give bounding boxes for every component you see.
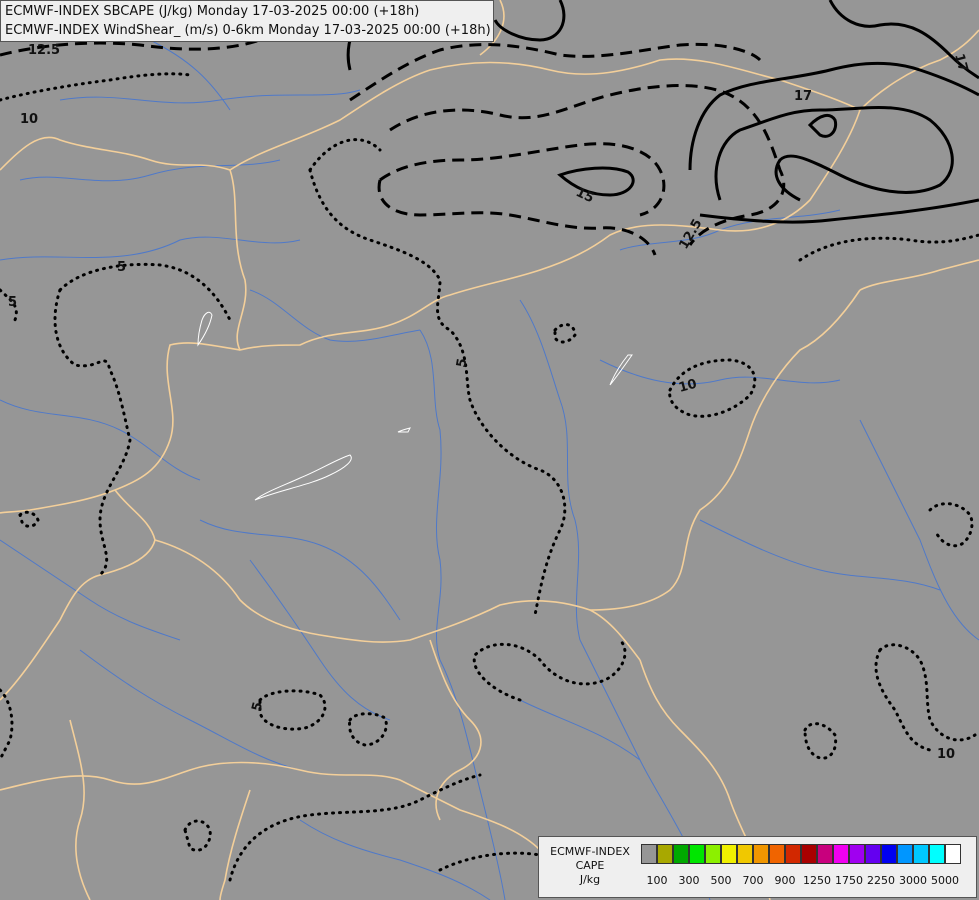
- legend-title-line1: ECMWF-INDEX: [550, 845, 630, 858]
- legend-tick-label: 5000: [931, 874, 959, 887]
- legend-tick-label: 500: [710, 874, 732, 887]
- legend-tick-label: 100: [646, 874, 668, 887]
- legend-swatch: [817, 844, 833, 864]
- legend-swatch: [849, 844, 865, 864]
- map-title-sbcape: ECMWF-INDEX SBCAPE (J/kg) Monday 17-03-2…: [5, 4, 420, 19]
- legend-swatch: [929, 844, 945, 864]
- contour-label: 12.5: [28, 43, 60, 58]
- legend-swatch: [673, 844, 689, 864]
- legend-tick-label: 2250: [867, 874, 895, 887]
- cape-legend: ECMWF-INDEX CAPE J/kg 100 300 500 700 900 125…: [538, 836, 977, 898]
- contour-label: 5: [8, 295, 17, 310]
- legend-swatch: [641, 844, 657, 864]
- legend-tick-label: 900: [774, 874, 796, 887]
- legend-swatch: [737, 844, 753, 864]
- legend-swatch: [721, 844, 737, 864]
- legend-title: ECMWF-INDEX CAPE J/kg: [545, 845, 635, 887]
- legend-swatch: [833, 844, 849, 864]
- legend-ticks: 100 300 500 700 900 1250 1750 2250 3000 5000: [641, 874, 971, 888]
- legend-swatch: [913, 844, 929, 864]
- legend-swatch: [657, 844, 673, 864]
- map-title-box: ECMWF-INDEX SBCAPE (J/kg) Monday 17-03-2…: [0, 0, 494, 42]
- contour-label: 5: [117, 260, 126, 275]
- legend-title-line3: J/kg: [579, 873, 601, 886]
- legend-swatch: [945, 844, 961, 864]
- legend-swatch: [705, 844, 721, 864]
- legend-tick-label: 3000: [899, 874, 927, 887]
- legend-swatch: [689, 844, 705, 864]
- legend-color-scale: [641, 844, 961, 866]
- legend-swatch: [865, 844, 881, 864]
- weather-map: 12.5 10 5 5 15 12.5 17 17 5 10 5 10: [0, 0, 979, 900]
- legend-swatch: [897, 844, 913, 864]
- contour-label: 10: [937, 747, 955, 762]
- legend-tick-label: 1750: [835, 874, 863, 887]
- legend-tick-label: 700: [742, 874, 764, 887]
- legend-tick-label: 300: [678, 874, 700, 887]
- legend-swatch: [753, 844, 769, 864]
- legend-tick-label: 1250: [803, 874, 831, 887]
- legend-title-line2: CAPE: [575, 859, 605, 872]
- legend-swatch: [801, 844, 817, 864]
- legend-swatch: [769, 844, 785, 864]
- legend-swatch: [785, 844, 801, 864]
- map-title-windshear: ECMWF-INDEX WindShear_ (m/s) 0-6km Monda…: [5, 23, 491, 38]
- legend-swatch: [881, 844, 897, 864]
- contour-label: 10: [20, 112, 38, 127]
- contour-label: 17: [794, 89, 812, 104]
